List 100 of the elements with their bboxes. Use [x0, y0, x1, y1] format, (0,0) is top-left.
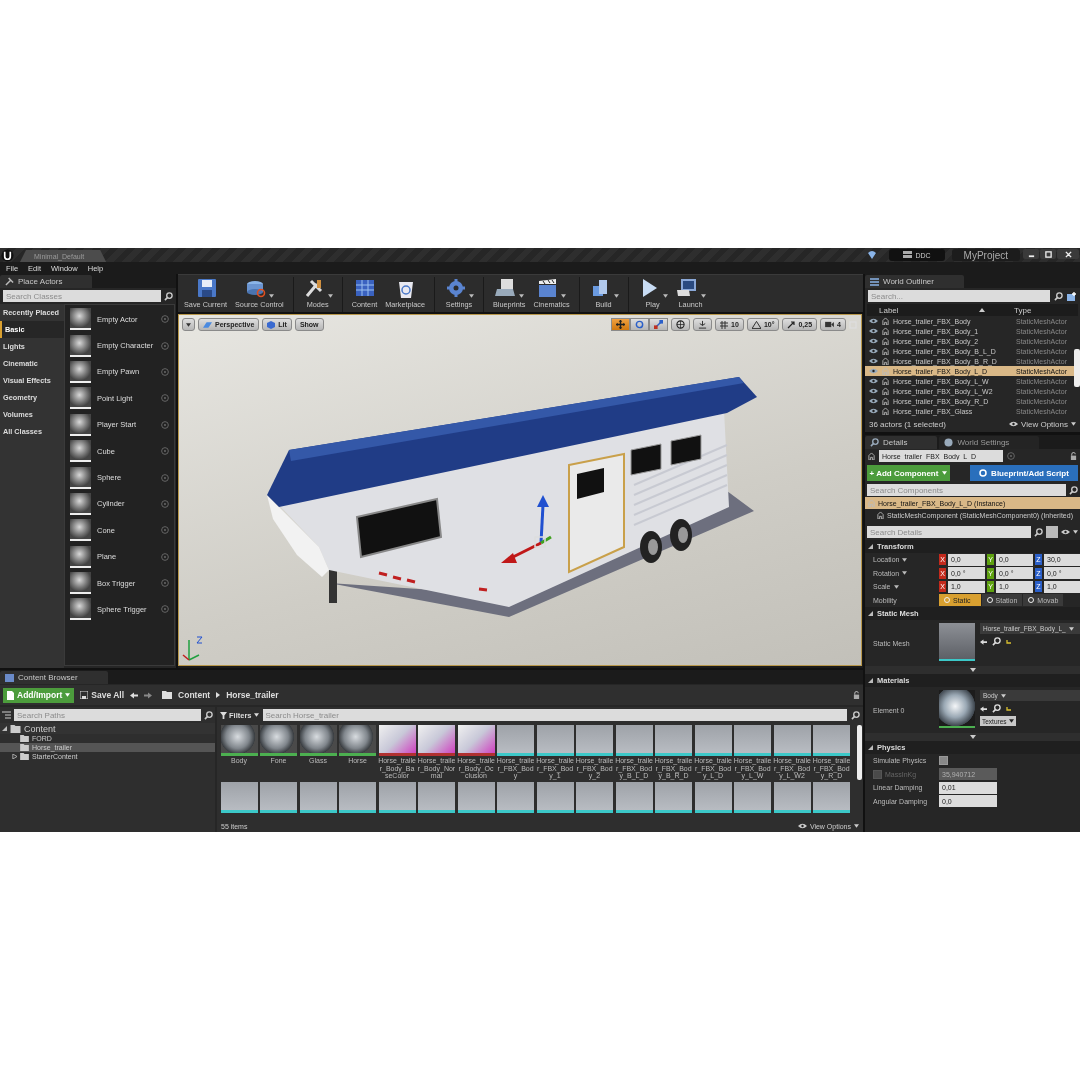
asset-thumbnail[interactable] [220, 725, 258, 756]
search-field[interactable]: Search Paths [14, 709, 201, 721]
folder-icon [10, 724, 21, 733]
asset-thumbnail[interactable] [694, 725, 732, 756]
transform-mode-button[interactable] [611, 318, 631, 331]
search-field[interactable]: Search... [868, 290, 1050, 302]
scrollbar-thumb[interactable] [1074, 349, 1080, 387]
actor-thumbnail [70, 519, 91, 542]
search-icon [1034, 527, 1043, 537]
actor-thumbnail [70, 572, 91, 595]
actor-thumbnail [70, 387, 91, 410]
viewport-menu-button[interactable] [182, 318, 195, 331]
perspective-icon [203, 321, 212, 328]
view-toggle-button[interactable] [1046, 526, 1058, 538]
asset-thumbnail[interactable] [813, 781, 850, 813]
column-header[interactable]: Label [867, 304, 1012, 316]
expand-arrow-icon [969, 735, 976, 739]
content-icon [5, 673, 14, 682]
camera-icon [825, 321, 835, 328]
disks-icon [244, 278, 267, 298]
asset-thumbnail[interactable] [734, 725, 771, 756]
asset-thumbnail[interactable] [773, 725, 811, 756]
asset-thumbnail[interactable] [299, 725, 337, 756]
asset-thumbnail[interactable] [655, 725, 692, 756]
asset-thumbnail[interactable] [773, 781, 811, 813]
checkbox[interactable] [939, 756, 948, 766]
blueprint-button[interactable]: Blueprint/Add Script [970, 465, 1078, 481]
panel-tab[interactable]: Content Browser [0, 671, 108, 684]
asset-thumbnail[interactable] [536, 725, 574, 756]
asset-thumbnail[interactable] [497, 781, 534, 813]
help-icon [161, 420, 169, 429]
asset-thumbnail[interactable] [260, 725, 297, 756]
asset-thumbnail[interactable] [734, 781, 771, 813]
help-icon [161, 367, 169, 376]
column-header[interactable]: Type [1012, 304, 1078, 316]
asset-thumbnail[interactable] [694, 781, 732, 813]
asset-thumbnail[interactable] [418, 781, 455, 813]
transform-mode-button[interactable] [630, 318, 650, 331]
actor-thumbnail [70, 308, 91, 331]
asset-thumbnail[interactable] [813, 725, 850, 756]
search-field[interactable]: Search Classes [3, 290, 161, 302]
help-icon [161, 341, 169, 350]
maximize-button[interactable] [1040, 249, 1056, 259]
asset-thumbnail[interactable] [378, 725, 416, 756]
left-arrow-icon [130, 691, 139, 699]
asset-thumbnail[interactable] [299, 781, 337, 813]
globe-icon [676, 320, 686, 329]
breadcrumb[interactable]: Horse_trailer [226, 690, 279, 700]
scrollbar-thumb[interactable] [857, 725, 862, 780]
scale-icon [654, 320, 664, 329]
help-icon [161, 473, 169, 482]
asset-thumbnail[interactable] [457, 781, 495, 813]
help-icon [161, 579, 169, 588]
view-options-button[interactable]: View Options [1009, 419, 1076, 429]
search-field[interactable]: Search Components [867, 484, 1066, 496]
asset-thumbnail[interactable] [260, 781, 297, 813]
search-icon [204, 710, 213, 720]
asset-thumbnail[interactable] [497, 725, 534, 756]
save-all-button[interactable]: Save All [80, 690, 125, 700]
help-icon [161, 605, 169, 614]
breadcrumb[interactable]: Content [178, 690, 211, 700]
panel-tab[interactable]: Place Actors [0, 275, 93, 288]
asset-thumbnail[interactable] [655, 781, 692, 813]
eye-icon [869, 348, 878, 354]
transform-mode-button[interactable] [649, 318, 669, 331]
radio-icon [944, 597, 950, 604]
panel-tab[interactable]: World Settings [939, 436, 1040, 449]
back-button[interactable] [130, 691, 139, 699]
caret-icon [1068, 626, 1074, 631]
asset-thumbnail[interactable] [378, 781, 416, 813]
asset-thumbnail[interactable] [576, 725, 613, 756]
close-icon [1064, 250, 1072, 258]
panel-tab[interactable]: World Outliner [865, 275, 964, 288]
tree-item[interactable]: Content [0, 723, 215, 734]
coordinate-space-button[interactable] [671, 318, 691, 331]
asset-thumbnail[interactable] [457, 725, 495, 756]
minimize-button[interactable] [1023, 249, 1039, 259]
eye-icon [1009, 421, 1018, 427]
eye-icon [869, 408, 878, 414]
panel-tab[interactable]: Details [865, 436, 938, 449]
asset-thumbnail[interactable] [418, 725, 455, 756]
eye-icon [869, 358, 878, 364]
close-button[interactable] [1057, 249, 1079, 259]
asset-thumbnail[interactable] [339, 781, 376, 813]
gear-icon [979, 469, 988, 477]
search-field[interactable]: Search Details [867, 526, 1031, 538]
eye-icon [869, 328, 878, 334]
asset-thumbnail[interactable] [615, 725, 653, 756]
asset-thumbnail[interactable] [576, 781, 613, 813]
search-field[interactable]: Search Horse_trailer [262, 709, 847, 721]
asset-thumbnail[interactable] [536, 781, 574, 813]
asset-thumbnail[interactable] [615, 781, 653, 813]
add-folder-icon [1067, 291, 1077, 301]
search-icon [164, 291, 173, 301]
forward-button[interactable] [144, 691, 153, 699]
radio-icon [986, 597, 993, 604]
asset-thumbnail[interactable] [339, 725, 376, 756]
help-icon [1007, 452, 1015, 460]
asset-thumbnail[interactable] [220, 781, 258, 813]
surface-snap-button[interactable] [693, 318, 713, 331]
